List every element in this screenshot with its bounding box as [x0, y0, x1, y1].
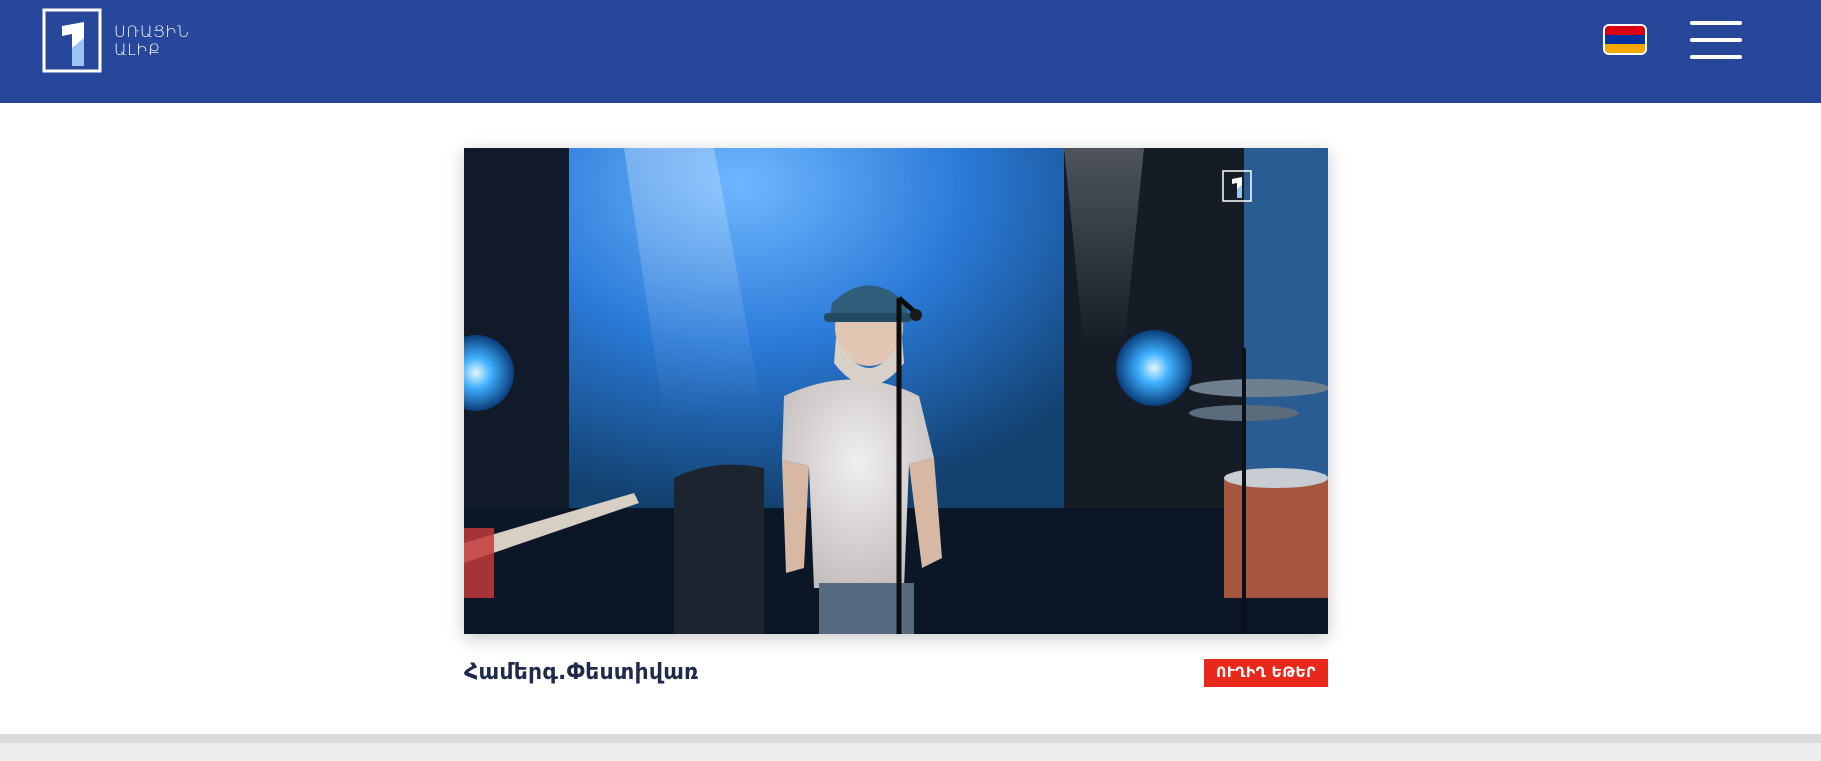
logo-text: ՍՌԱՑԻՆ ԱԼԻՔ	[114, 21, 190, 59]
language-flag-button[interactable]	[1603, 24, 1647, 55]
menu-bar	[1690, 55, 1742, 59]
video-title: Համերգ.Փեստիվառ	[464, 660, 699, 685]
logo-text-line2: ԱԼԻՔ	[114, 39, 161, 59]
footer-divider	[0, 734, 1821, 761]
menu-bar	[1690, 38, 1742, 42]
menu-bar	[1690, 21, 1742, 25]
video-info-row: Համերգ.Փեստիվառ ՈՒՂԻՂ ԵԹԵՐ	[464, 658, 1328, 688]
channel-logo-icon	[1222, 170, 1252, 202]
flag-stripe-blue	[1605, 35, 1645, 44]
logo-mark-icon	[42, 8, 102, 73]
hamburger-icon[interactable]	[1690, 21, 1742, 59]
flag-stripe-orange	[1605, 44, 1645, 53]
site-logo[interactable]: ՍՌԱՑԻՆ ԱԼԻՔ	[42, 8, 189, 73]
logo-text-line1: ՍՌԱՑԻՆ	[114, 21, 190, 41]
live-badge[interactable]: ՈՒՂԻՂ ԵԹԵՐ	[1204, 659, 1328, 687]
top-header: ՍՌԱՑԻՆ ԱԼԻՔ	[0, 0, 1821, 103]
video-player[interactable]	[464, 148, 1328, 634]
video-frame	[464, 148, 1328, 634]
flag-stripe-red	[1605, 26, 1645, 35]
